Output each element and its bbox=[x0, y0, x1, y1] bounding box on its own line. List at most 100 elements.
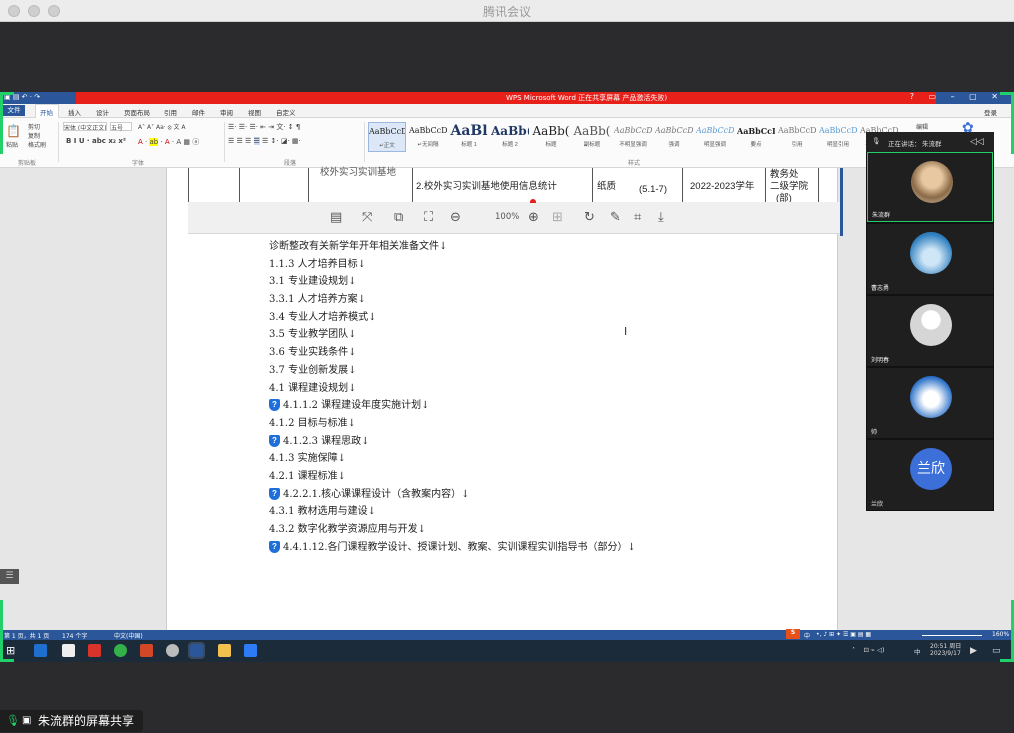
style-1[interactable]: AaBbCcDd ↵正文 bbox=[368, 122, 406, 152]
tab-insert[interactable]: 插入 bbox=[68, 107, 81, 117]
document-line[interactable]: 3.3.1 人才培养方案↓ bbox=[269, 291, 636, 309]
media-icon[interactable] bbox=[166, 644, 179, 657]
document-line[interactable]: 3.5 专业教学团队↓ bbox=[269, 326, 636, 344]
bold-italic-underline-icons[interactable]: B I U · abc x₂ x² bbox=[66, 137, 126, 145]
word-window-controls[interactable]: ? ▭ – ▢ ✕ bbox=[910, 92, 1004, 101]
document-page[interactable]: 校外实习实训基地 2.校外实习实训基地使用信息统计 纸质 (5.1-7) 202… bbox=[166, 167, 843, 630]
word-count[interactable]: 174 个字 bbox=[62, 631, 87, 640]
zoom-slider[interactable] bbox=[922, 635, 982, 636]
document-line[interactable]: ? 4.4.1.12.各门课程教学设计、授课计划、教案、实训课程实训指导书（部分）… bbox=[269, 539, 636, 557]
pdf-icon[interactable] bbox=[88, 644, 101, 657]
original-size-icon[interactable]: ⧉ bbox=[394, 210, 403, 225]
tab-custom[interactable]: 自定义 bbox=[276, 107, 296, 117]
ime-logo-icon[interactable]: S bbox=[786, 629, 800, 639]
list-icons[interactable]: ☰· ☰· ☰· ⇤ ⇥ 文· ↕ ¶ bbox=[228, 122, 300, 132]
rotate-icon[interactable]: ↻ bbox=[584, 210, 595, 225]
zoom-out-icon[interactable]: ⊖ bbox=[450, 210, 461, 225]
browser-icon[interactable] bbox=[114, 644, 127, 657]
thumbnail-icon[interactable]: ▤ bbox=[330, 210, 342, 225]
copy-button[interactable]: 复制 bbox=[28, 131, 40, 140]
powerpoint-icon[interactable] bbox=[140, 644, 153, 657]
style-2[interactable]: AaBbCcDd ↵无间隔 bbox=[409, 122, 447, 152]
style-12[interactable]: AaBbCcDd 明显引用 bbox=[819, 122, 857, 152]
fullscreen-icon[interactable]: ⛶ bbox=[424, 210, 433, 225]
document-line[interactable]: 4.2.1 课程标准↓ bbox=[269, 468, 636, 486]
actual-size-icon[interactable]: ⊞ bbox=[552, 210, 563, 225]
style-11[interactable]: AaBbCcDd 引用 bbox=[778, 122, 816, 152]
ie-icon[interactable] bbox=[34, 644, 47, 657]
ime-tools-icon[interactable]: •, ♪ ⊞ ✦ ☰ ▣ ▤ ▦ bbox=[816, 631, 871, 638]
document-line[interactable]: 3.4 专业人才培养模式↓ bbox=[269, 309, 636, 327]
tab-file[interactable]: 文件 bbox=[3, 105, 25, 116]
document-line[interactable]: 3.7 专业创新发展↓ bbox=[269, 362, 636, 380]
style-9[interactable]: AaBbCcDd 明显强调 bbox=[696, 122, 734, 152]
document-line[interactable]: 1.1.3 人才培养目标↓ bbox=[269, 256, 636, 274]
alignment-icons[interactable]: ☰ ☰ ☰ ☰ ☰ ↕· ◪· ▦· bbox=[228, 137, 301, 145]
document-line[interactable]: ? 4.2.2.1.核心课课程设计（含教案内容）↓ bbox=[269, 486, 636, 504]
zoom-in-icon[interactable]: ⊕ bbox=[528, 210, 539, 225]
shield-link-icon[interactable]: ? bbox=[269, 487, 280, 500]
participant-tile[interactable]: 朱流群 bbox=[867, 152, 993, 222]
windows-start-icon[interactable]: ⊞ bbox=[6, 644, 19, 657]
document-icon[interactable] bbox=[62, 644, 75, 657]
font-grow-shrink-icons[interactable]: A˄ A˅ Aa· ⦻ 文 A bbox=[138, 122, 186, 132]
tab-layout[interactable]: 页面布局 bbox=[124, 107, 150, 117]
document-line[interactable]: ? 4.1.2.3 课程思政↓ bbox=[269, 433, 636, 451]
paste-icon[interactable]: 📋 bbox=[6, 124, 21, 138]
document-line[interactable]: 4.1.3 实施保障↓ bbox=[269, 450, 636, 468]
shield-link-icon[interactable]: ? bbox=[269, 540, 280, 553]
tab-design[interactable]: 设计 bbox=[96, 107, 109, 117]
font-name-select[interactable]: 宋体 (中文正文) bbox=[63, 122, 107, 131]
fit-icon[interactable]: ⤧ bbox=[362, 210, 372, 225]
tab-home[interactable]: 开始 bbox=[40, 107, 53, 117]
shield-link-icon[interactable]: ? bbox=[269, 434, 280, 447]
style-4[interactable]: AaBb(标题 2 bbox=[491, 122, 529, 152]
tab-mailings[interactable]: 邮件 bbox=[192, 107, 205, 117]
participant-tile[interactable]: 帅 bbox=[867, 368, 993, 438]
document-line[interactable]: 4.1 课程建设规划↓ bbox=[269, 380, 636, 398]
text-color-icons[interactable]: A · ab · A · A ▦ ⓐ bbox=[138, 137, 199, 147]
style-5[interactable]: AaBb(标题 bbox=[532, 122, 570, 152]
page-count[interactable]: 第 1 页，共 1 页 bbox=[4, 631, 49, 640]
document-line[interactable]: 3.6 专业实践条件↓ bbox=[269, 344, 636, 362]
style-7[interactable]: AaBbCcDd 不明显强调 bbox=[614, 122, 652, 152]
style-8[interactable]: AaBbCcDd 强调 bbox=[655, 122, 693, 152]
participant-tile[interactable]: 曹志勇 bbox=[867, 224, 993, 294]
participant-tile[interactable]: 兰欣 兰欣 bbox=[867, 440, 993, 510]
login-link[interactable]: 登录 bbox=[984, 107, 997, 117]
document-text[interactable]: 诊断整改有关新学年开年相关准备文件↓ 1.1.3 人才培养目标↓ 3.1 专业建设规… bbox=[269, 238, 636, 556]
style-6[interactable]: AaBb(副标题 bbox=[573, 122, 611, 152]
folder-icon[interactable] bbox=[218, 644, 231, 657]
clock-date[interactable]: 2023/9/17 bbox=[930, 650, 961, 657]
participant-tile[interactable]: 刘明春 bbox=[867, 296, 993, 366]
tray-ime[interactable]: 中 bbox=[914, 646, 921, 656]
list-toggle-icon[interactable]: ☰ bbox=[0, 569, 19, 584]
language[interactable]: 中文(中国) bbox=[114, 631, 143, 640]
document-line[interactable]: 诊断整改有关新学年开年相关准备文件↓ bbox=[269, 238, 636, 256]
font-size-select[interactable]: 五号 bbox=[110, 122, 132, 132]
meeting-icon[interactable] bbox=[244, 644, 257, 657]
document-line[interactable]: 4.3.1 教材选用与建设↓ bbox=[269, 503, 636, 521]
download-icon[interactable]: ⤓ bbox=[658, 210, 664, 225]
edit-icon[interactable]: ✎ bbox=[610, 210, 621, 225]
crop-icon[interactable]: ⌗ bbox=[634, 210, 641, 225]
paste-button[interactable]: 粘贴 bbox=[6, 140, 18, 149]
show-desktop-icon[interactable]: ▶ bbox=[970, 646, 977, 656]
edit-button[interactable]: 编辑 bbox=[916, 122, 928, 131]
format-painter-button[interactable]: 格式刷 bbox=[28, 140, 46, 149]
document-line[interactable]: ? 4.1.1.2 课程建设年度实施计划↓ bbox=[269, 397, 636, 415]
document-line[interactable]: 4.3.2 数字化教学资源应用与开发↓ bbox=[269, 521, 636, 539]
zoom-percent[interactable]: 160% bbox=[992, 631, 1009, 638]
tab-references[interactable]: 引用 bbox=[164, 107, 177, 117]
collapse-icon[interactable]: ◁◁ bbox=[970, 137, 984, 147]
style-10[interactable]: AaBbCcD 要点 bbox=[737, 122, 775, 152]
ime-mode[interactable]: 中 bbox=[804, 631, 810, 640]
style-3[interactable]: AaBl 标题 1 bbox=[450, 122, 488, 152]
document-line[interactable]: 4.1.2 目标与标准↓ bbox=[269, 415, 636, 433]
tab-review[interactable]: 审阅 bbox=[220, 107, 233, 117]
notification-icon[interactable]: ▭ bbox=[992, 646, 1001, 656]
clock-time[interactable]: 20:51 周日 bbox=[930, 641, 961, 650]
word-icon[interactable] bbox=[188, 642, 205, 659]
cut-button[interactable]: 剪切 bbox=[28, 122, 40, 131]
shield-link-icon[interactable]: ? bbox=[269, 399, 280, 412]
